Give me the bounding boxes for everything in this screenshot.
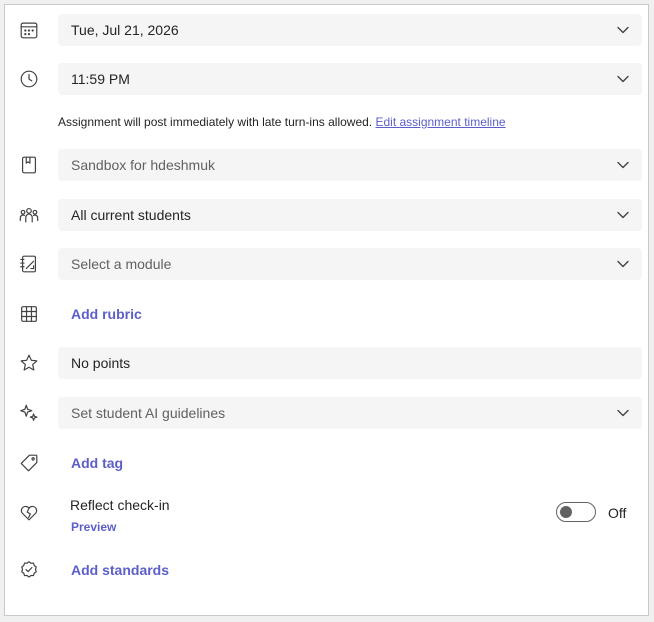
add-rubric-link[interactable]: Add rubric — [71, 306, 142, 322]
calendar-icon — [17, 18, 41, 42]
edit-assignment-timeline-link[interactable]: Edit assignment timeline — [375, 115, 505, 129]
chevron-down-icon — [616, 406, 630, 420]
add-standards-link[interactable]: Add standards — [71, 562, 169, 578]
class-value: Sandbox for hdeshmuk — [71, 157, 215, 173]
students-dropdown[interactable]: All current students — [58, 199, 642, 231]
timeline-notice-text: Assignment will post immediately with la… — [58, 115, 373, 129]
class-dropdown[interactable]: Sandbox for hdeshmuk — [58, 149, 642, 181]
timeline-notice: Assignment will post immediately with la… — [58, 115, 506, 129]
chevron-down-icon — [616, 208, 630, 222]
heart-icon — [17, 501, 41, 525]
chevron-down-icon — [616, 158, 630, 172]
students-value: All current students — [71, 207, 191, 223]
due-time-dropdown[interactable]: 11:59 PM — [58, 63, 642, 95]
module-notebook-icon — [17, 252, 41, 276]
reflect-check-in-label: Reflect check-in — [70, 497, 170, 513]
rubric-grid-icon — [17, 302, 41, 326]
chevron-down-icon — [616, 23, 630, 37]
module-dropdown[interactable]: Select a module — [58, 248, 642, 280]
ai-guidelines-dropdown[interactable]: Set student AI guidelines — [58, 397, 642, 429]
reflect-toggle[interactable] — [556, 502, 596, 522]
toggle-knob — [560, 506, 572, 518]
due-date-value: Tue, Jul 21, 2026 — [71, 22, 179, 38]
points-value: No points — [71, 355, 131, 371]
chevron-down-icon — [616, 257, 630, 271]
ai-guidelines-placeholder: Set student AI guidelines — [71, 405, 226, 421]
badge-check-icon — [17, 558, 41, 582]
star-icon — [17, 351, 41, 375]
class-notebook-icon — [17, 153, 41, 177]
sparkle-icon — [17, 401, 41, 425]
clock-icon — [17, 67, 41, 91]
reflect-toggle-state: Off — [608, 505, 627, 521]
points-field[interactable]: No points — [58, 347, 642, 379]
chevron-down-icon — [616, 72, 630, 86]
assignment-settings-panel: Tue, Jul 21, 2026 11:59 PM Assignment wi… — [4, 4, 649, 616]
module-placeholder: Select a module — [71, 256, 172, 272]
tag-icon — [17, 451, 41, 475]
due-time-value: 11:59 PM — [71, 71, 130, 87]
add-tag-link[interactable]: Add tag — [71, 455, 123, 471]
people-group-icon — [17, 203, 41, 227]
due-date-dropdown[interactable]: Tue, Jul 21, 2026 — [58, 14, 642, 46]
reflect-preview-link[interactable]: Preview — [71, 520, 116, 534]
